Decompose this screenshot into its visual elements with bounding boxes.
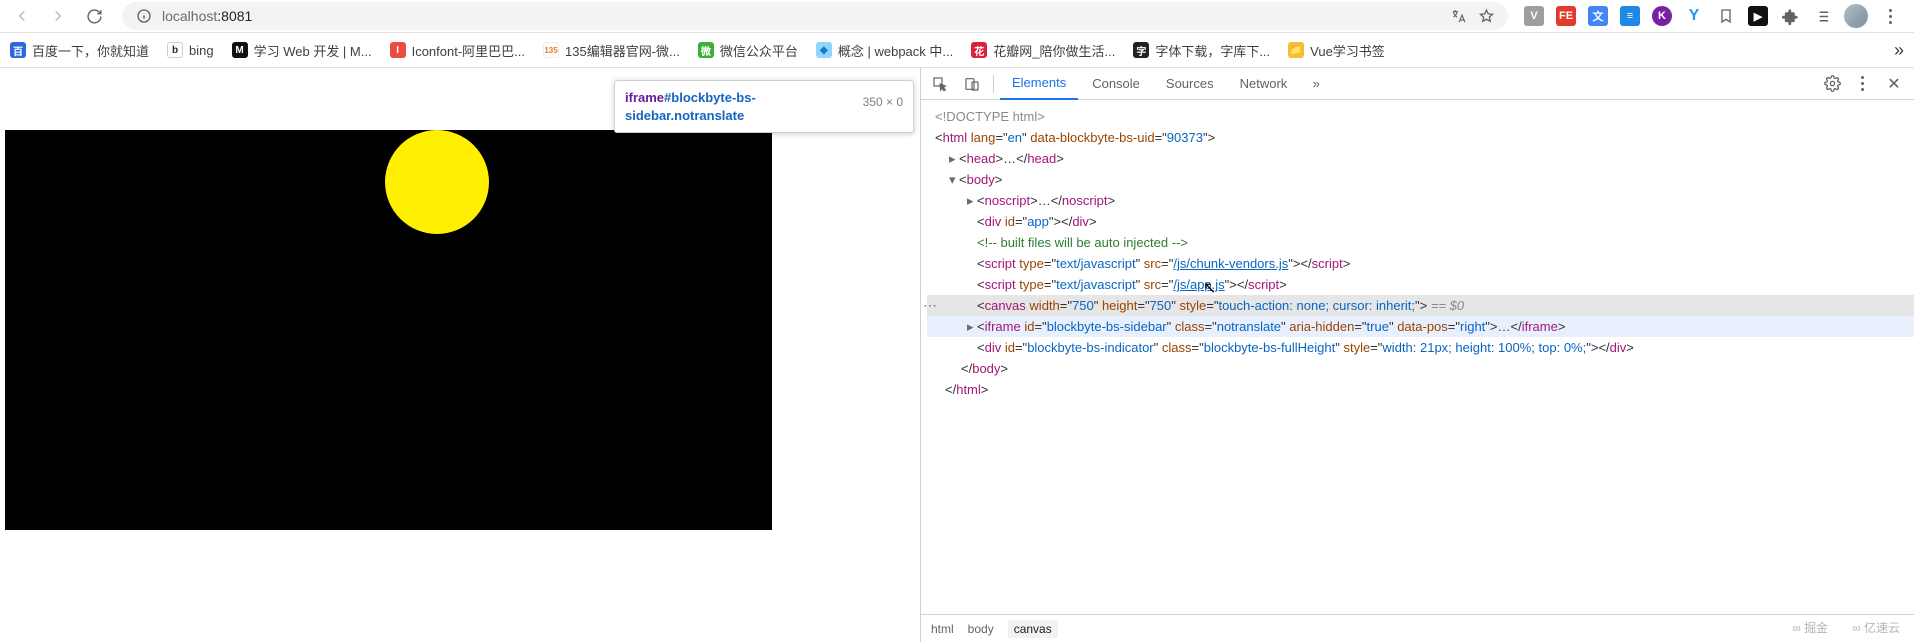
canvas-element[interactable]	[5, 130, 772, 530]
bookmark-label: 学习 Web 开发 | M...	[254, 41, 372, 60]
devtools-header: Elements Console Sources Network » ✕	[921, 68, 1914, 100]
crumb-body[interactable]: body	[968, 622, 994, 636]
bookmark-icon: 百	[10, 42, 26, 58]
dom-noscript[interactable]: ▸<noscript>…</noscript>	[927, 190, 1914, 211]
bookmark-label: 字体下载，字库下...	[1155, 41, 1270, 60]
device-toolbar-button[interactable]	[957, 70, 987, 98]
bookmark-label: 概念 | webpack 中...	[838, 41, 953, 60]
yellow-circle	[385, 130, 489, 234]
bookmark-icon: b	[167, 42, 183, 58]
list-icon[interactable]	[1812, 6, 1832, 26]
ext-y-icon[interactable]: Y	[1684, 6, 1704, 26]
dom-body-open[interactable]: ▾<body>	[927, 169, 1914, 190]
bookmark-icon: 字	[1133, 42, 1149, 58]
bookmark-icon: 花	[971, 42, 987, 58]
bookmark-label: 百度一下，你就知道	[32, 41, 149, 60]
bookmark-item[interactable]: I Iconfont-阿里巴巴...	[390, 41, 525, 60]
ext-translate-icon[interactable]: 文	[1588, 6, 1608, 26]
dom-iframe[interactable]: ▸<iframe id="blockbyte-bs-sidebar" class…	[927, 316, 1914, 337]
dom-doctype[interactable]: <!DOCTYPE html>	[927, 106, 1914, 127]
bookmarks-bar: 百百度一下，你就知道 bbing M 学习 Web 开发 | M... I Icon…	[0, 33, 1914, 68]
bookmark-icon: ◆	[816, 42, 832, 58]
browser-menu-icon[interactable]	[1880, 6, 1900, 26]
bookmark-item[interactable]: ◆ 概念 | webpack 中...	[816, 41, 953, 60]
devtools-panel: Elements Console Sources Network » ✕ <!D…	[920, 68, 1914, 642]
tabs-overflow-button[interactable]: »	[1301, 70, 1331, 98]
settings-icon[interactable]	[1824, 75, 1842, 93]
dom-script2[interactable]: <script type="text/javascript" src="/js/…	[927, 274, 1914, 295]
dom-tree[interactable]: <!DOCTYPE html> <html lang="en" data-blo…	[921, 100, 1914, 614]
dom-canvas[interactable]: <canvas width="750" height="750" style="…	[927, 295, 1914, 316]
extension-icons: V FE 文 ≡ K Y ▶	[1524, 4, 1906, 28]
dom-body-close[interactable]: </body>	[927, 358, 1914, 379]
bookmark-outline-icon[interactable]	[1716, 6, 1736, 26]
bookmarks-overflow[interactable]: »	[1894, 40, 1904, 61]
dom-html-close[interactable]: </html>	[927, 379, 1914, 400]
dom-head[interactable]: ▸<head>…</head>	[927, 148, 1914, 169]
tab-sources[interactable]: Sources	[1154, 68, 1226, 100]
watermark-right: 亿速云	[1852, 619, 1900, 636]
ext-fe-icon[interactable]: FE	[1556, 6, 1576, 26]
bookmark-label: Vue学习书签	[1310, 41, 1385, 60]
dom-breadcrumb: html body canvas	[921, 614, 1914, 642]
ext-k-icon[interactable]: K	[1652, 6, 1672, 26]
ext-blue-icon[interactable]: ≡	[1620, 6, 1640, 26]
browser-toolbar: localhost:8081 V FE 文 ≡ K Y ▶	[0, 0, 1914, 33]
bookmark-item[interactable]: 百百度一下，你就知道	[10, 41, 149, 60]
main-area: iframe#blockbyte-bs-sidebar.notranslate …	[0, 68, 1914, 642]
address-bar[interactable]: localhost:8081	[122, 2, 1508, 30]
dom-script1[interactable]: <script type="text/javascript" src="/js/…	[927, 253, 1914, 274]
crumb-canvas[interactable]: canvas	[1008, 620, 1058, 638]
reload-button[interactable]	[80, 2, 108, 30]
bookmark-icon: 135	[543, 42, 559, 58]
bookmark-item[interactable]: bbing	[167, 42, 214, 58]
tab-network[interactable]: Network	[1228, 68, 1300, 100]
crumb-html[interactable]: html	[931, 622, 954, 636]
inspector-tooltip: iframe#blockbyte-bs-sidebar.notranslate …	[614, 80, 914, 133]
folder-icon: 📁	[1288, 42, 1304, 58]
ext-dark-icon[interactable]: ▶	[1748, 6, 1768, 26]
profile-avatar[interactable]	[1844, 4, 1868, 28]
bookmark-icon: I	[390, 42, 406, 58]
bookmark-item[interactable]: 135 135编辑器官网-微...	[543, 41, 680, 60]
star-icon[interactable]	[1476, 6, 1496, 26]
bookmark-item[interactable]: M 学习 Web 开发 | M...	[232, 41, 372, 60]
bookmark-label: 花瓣网_陪你做生活...	[993, 41, 1115, 60]
bookmark-label: bing	[189, 43, 214, 58]
site-info-icon[interactable]	[134, 6, 154, 26]
translate-icon[interactable]	[1448, 6, 1468, 26]
bookmark-item[interactable]: 微微信公众平台	[698, 41, 798, 60]
ext-v-icon[interactable]: V	[1524, 6, 1544, 26]
tooltip-dimensions: 350 × 0	[863, 89, 903, 109]
dom-comment[interactable]: <!-- built files will be auto injected -…	[927, 232, 1914, 253]
devtools-menu-icon[interactable]	[1852, 74, 1872, 94]
watermark: 掘金 亿速云	[1792, 619, 1900, 636]
bookmark-label: Iconfont-阿里巴巴...	[412, 41, 525, 60]
bookmark-label: 135编辑器官网-微...	[565, 41, 680, 60]
tab-console[interactable]: Console	[1080, 68, 1152, 100]
bookmark-icon: 微	[698, 42, 714, 58]
page-viewport: iframe#blockbyte-bs-sidebar.notranslate …	[0, 68, 920, 642]
bookmark-item[interactable]: 字字体下载，字库下...	[1133, 41, 1270, 60]
devtools-close-button[interactable]: ✕	[1882, 74, 1906, 94]
dom-app-div[interactable]: <div id="app"></div>	[927, 211, 1914, 232]
dom-indicator[interactable]: <div id="blockbyte-bs-indicator" class="…	[927, 337, 1914, 358]
tab-elements[interactable]: Elements	[1000, 68, 1078, 100]
dom-html-open[interactable]: <html lang="en" data-blockbyte-bs-uid="9…	[927, 127, 1914, 148]
url-text: localhost:8081	[162, 8, 252, 24]
watermark-left: 掘金	[1792, 619, 1828, 636]
bookmark-item[interactable]: 花花瓣网_陪你做生活...	[971, 41, 1115, 60]
forward-button[interactable]	[44, 2, 72, 30]
bookmark-label: 微信公众平台	[720, 41, 798, 60]
bookmark-item[interactable]: 📁 Vue学习书签	[1288, 41, 1385, 60]
puzzle-icon[interactable]	[1780, 6, 1800, 26]
back-button[interactable]	[8, 2, 36, 30]
tooltip-selector: iframe#blockbyte-bs-sidebar.notranslate	[625, 89, 849, 124]
inspect-element-button[interactable]	[925, 70, 955, 98]
bookmark-icon: M	[232, 42, 248, 58]
